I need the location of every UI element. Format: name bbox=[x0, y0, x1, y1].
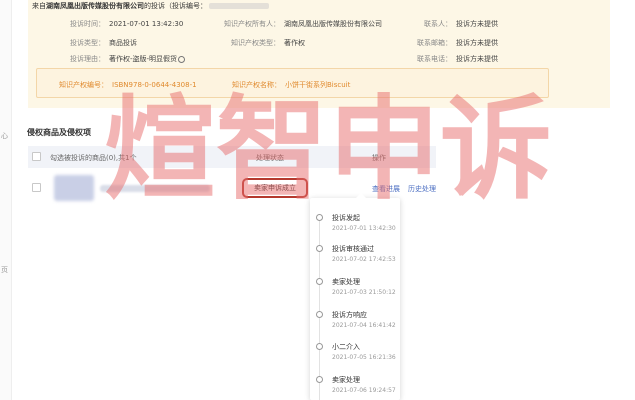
progress-timeline-popover: 投诉发起 2021-07-01 13:42:30 投诉审核通过 2021-07-… bbox=[310, 193, 400, 400]
timeline-item: 投诉发起 2021-07-01 13:42:30 bbox=[310, 211, 400, 241]
row-checkbox[interactable] bbox=[32, 183, 41, 192]
ip-owner: 知识产权所有人： 湖南凤凰出版传媒股份有限公司 bbox=[224, 20, 382, 28]
complaint-type: 投诉类型： 商品投诉 bbox=[70, 39, 137, 47]
timeline-dot bbox=[316, 214, 323, 221]
contact-person: 联系人： 投诉方未提供 bbox=[424, 20, 498, 28]
timeline-item: 小二介入 2021-07-05 16:21:36 bbox=[310, 340, 400, 370]
timeline-item: 卖家处理 2021-07-03 21:50:12 bbox=[310, 275, 400, 305]
contact-email: 联系邮箱： 投诉方未提供 bbox=[417, 39, 498, 47]
timeline-item: 投诉方响应 2021-07-04 16:41:42 bbox=[310, 308, 400, 338]
timeline-dot bbox=[316, 278, 323, 285]
sidebar-mark: 页 bbox=[1, 266, 8, 274]
complaint-time: 投诉时间： 2021-07-01 13:42:30 bbox=[70, 20, 184, 28]
watermark-text: 煊智申诉 bbox=[104, 85, 552, 215]
select-all-checkbox[interactable] bbox=[32, 152, 41, 161]
timeline-dot bbox=[316, 343, 323, 350]
left-sidebar-strip: 心 页 bbox=[0, 0, 12, 400]
timeline-item: 投诉审核通过 2021-07-02 17:42:53 bbox=[310, 242, 400, 272]
masked-complaint-id bbox=[209, 3, 269, 9]
section-title: 侵权商品及侵权项 bbox=[27, 128, 91, 137]
timeline-item: 卖家处理 2021-07-06 19:24:57 bbox=[310, 373, 400, 400]
complainant-company: 湖南凤凰出版传媒股份有限公司 bbox=[46, 2, 144, 10]
complaint-header: 来自湖南凤凰出版传媒股份有限公司的投诉（投诉编号： bbox=[32, 1, 269, 11]
timeline-dot bbox=[316, 311, 323, 318]
sidebar-mark: 心 bbox=[1, 132, 8, 140]
contact-phone: 联系电话： 投诉方未提供 bbox=[417, 55, 498, 63]
ip-type: 知识产权类型： 著作权 bbox=[231, 39, 305, 47]
product-thumbnail[interactable] bbox=[54, 175, 94, 201]
view-reason-icon[interactable] bbox=[178, 55, 186, 63]
timeline-dot bbox=[316, 376, 323, 383]
timeline-dot bbox=[316, 245, 323, 252]
complaint-reason: 投诉理由： 著作权-盗版-明显假货 bbox=[70, 54, 186, 64]
